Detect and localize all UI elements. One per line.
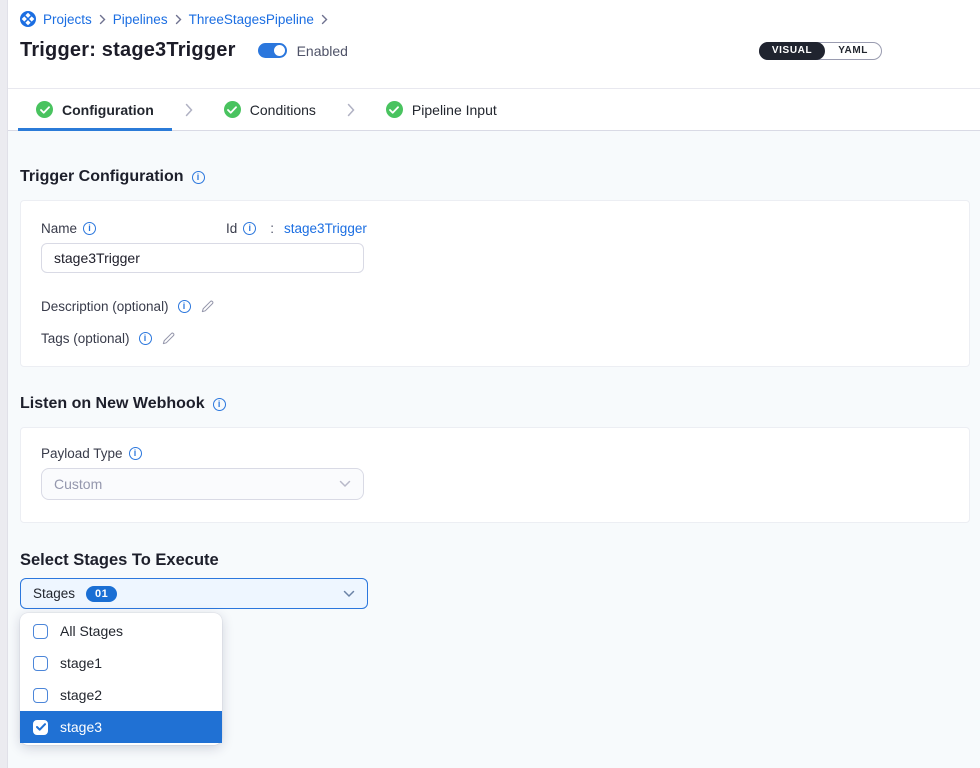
breadcrumb-pipelines[interactable]: Pipelines <box>113 12 168 27</box>
chevron-right-icon <box>185 103 193 117</box>
edit-pencil-icon[interactable] <box>200 299 215 314</box>
configuration-panel: Trigger Configuration Name Id : stage3Tr… <box>8 168 980 745</box>
id-label: Id <box>226 221 237 236</box>
tab-conditions[interactable]: Conditions <box>206 89 334 130</box>
stage-option-label: stage1 <box>60 655 102 671</box>
stages-multiselect[interactable]: Stages 01 <box>20 578 368 609</box>
yaml-mode-button[interactable]: YAML <box>825 42 881 60</box>
breadcrumb-pipeline-name[interactable]: ThreeStagesPipeline <box>189 12 314 27</box>
checkbox-unchecked-icon[interactable] <box>33 688 48 703</box>
tab-configuration[interactable]: Configuration <box>18 89 172 130</box>
name-field-label-wrap: Name <box>41 221 226 236</box>
selected-count-badge: 01 <box>86 586 117 602</box>
info-icon[interactable] <box>213 398 226 411</box>
stage-option-stage2[interactable]: stage2 <box>20 679 222 711</box>
check-circle-icon <box>386 101 403 118</box>
check-circle-icon <box>36 101 53 118</box>
visual-yaml-toggle: VISUAL YAML <box>759 42 882 60</box>
chevron-right-icon <box>347 103 355 117</box>
chevron-right-icon <box>321 14 328 25</box>
heading-text: Listen on New Webhook <box>20 395 205 413</box>
stage-option-label: All Stages <box>60 623 123 639</box>
id-field-wrap: Id : stage3Trigger <box>226 221 367 236</box>
chevron-right-icon <box>175 14 182 25</box>
info-icon[interactable] <box>129 447 142 460</box>
title-row: Trigger: stage3Trigger Enabled VISUAL YA… <box>20 39 960 62</box>
stage-option-label: stage3 <box>60 719 102 735</box>
info-icon[interactable] <box>83 222 96 235</box>
stages-dropdown-menu: All Stages stage1 stage2 stage3 <box>20 613 222 745</box>
check-circle-icon <box>224 101 241 118</box>
enabled-toggle[interactable] <box>258 43 287 58</box>
edit-pencil-icon[interactable] <box>161 331 176 346</box>
tags-row: Tags (optional) <box>41 331 949 346</box>
breadcrumb-projects[interactable]: Projects <box>43 12 92 27</box>
projects-icon <box>20 11 36 27</box>
info-icon[interactable] <box>139 332 152 345</box>
payload-type-label-wrap: Payload Type <box>41 446 949 461</box>
select-stages-heading: Select Stages To Execute <box>20 551 970 570</box>
name-label: Name <box>41 221 77 236</box>
name-input[interactable] <box>41 243 364 273</box>
webhook-card: Payload Type Custom <box>20 427 970 523</box>
info-icon[interactable] <box>192 171 205 184</box>
page-header: Projects Pipelines ThreeStagesPipeline T… <box>8 0 980 89</box>
stage-option-stage3[interactable]: stage3 <box>20 711 222 743</box>
trigger-configuration-card: Name Id : stage3Trigger Description (opt… <box>20 200 970 367</box>
visual-mode-button[interactable]: VISUAL <box>759 42 825 60</box>
chevron-right-icon <box>99 14 106 25</box>
tab-label: Conditions <box>250 102 316 118</box>
payload-type-select: Custom <box>41 468 364 500</box>
checkbox-unchecked-icon[interactable] <box>33 656 48 671</box>
window-left-gutter <box>0 0 8 768</box>
tab-label: Configuration <box>62 102 154 118</box>
webhook-heading: Listen on New Webhook <box>20 395 970 413</box>
description-row: Description (optional) <box>41 299 949 314</box>
chevron-down-icon <box>343 590 355 598</box>
stage-option-stage1[interactable]: stage1 <box>20 647 222 679</box>
payload-type-value: Custom <box>54 476 102 492</box>
wizard-tab-bar: Configuration Conditions Pipeline Input <box>8 89 980 131</box>
description-label: Description (optional) <box>41 299 169 314</box>
stage-option-all-stages[interactable]: All Stages <box>20 615 222 647</box>
tab-pipeline-input[interactable]: Pipeline Input <box>368 89 515 130</box>
checkbox-checked-icon[interactable] <box>33 720 48 735</box>
stages-select-label: Stages <box>33 586 75 601</box>
trigger-page: Projects Pipelines ThreeStagesPipeline T… <box>8 0 980 745</box>
toggle-knob-icon <box>273 44 286 57</box>
breadcrumb: Projects Pipelines ThreeStagesPipeline <box>20 11 960 27</box>
heading-text: Select Stages To Execute <box>20 551 219 570</box>
enabled-label: Enabled <box>297 43 348 59</box>
chevron-down-icon <box>339 480 351 488</box>
stage-option-label: stage2 <box>60 687 102 703</box>
tags-label: Tags (optional) <box>41 331 130 346</box>
checkbox-unchecked-icon[interactable] <box>33 624 48 639</box>
page-title: Trigger: stage3Trigger <box>20 39 236 62</box>
id-separator: : <box>270 221 274 236</box>
payload-type-label: Payload Type <box>41 446 123 461</box>
info-icon[interactable] <box>243 222 256 235</box>
trigger-id-value[interactable]: stage3Trigger <box>284 221 367 236</box>
trigger-configuration-heading: Trigger Configuration <box>20 168 970 186</box>
tab-label: Pipeline Input <box>412 102 497 118</box>
heading-text: Trigger Configuration <box>20 168 184 186</box>
info-icon[interactable] <box>178 300 191 313</box>
